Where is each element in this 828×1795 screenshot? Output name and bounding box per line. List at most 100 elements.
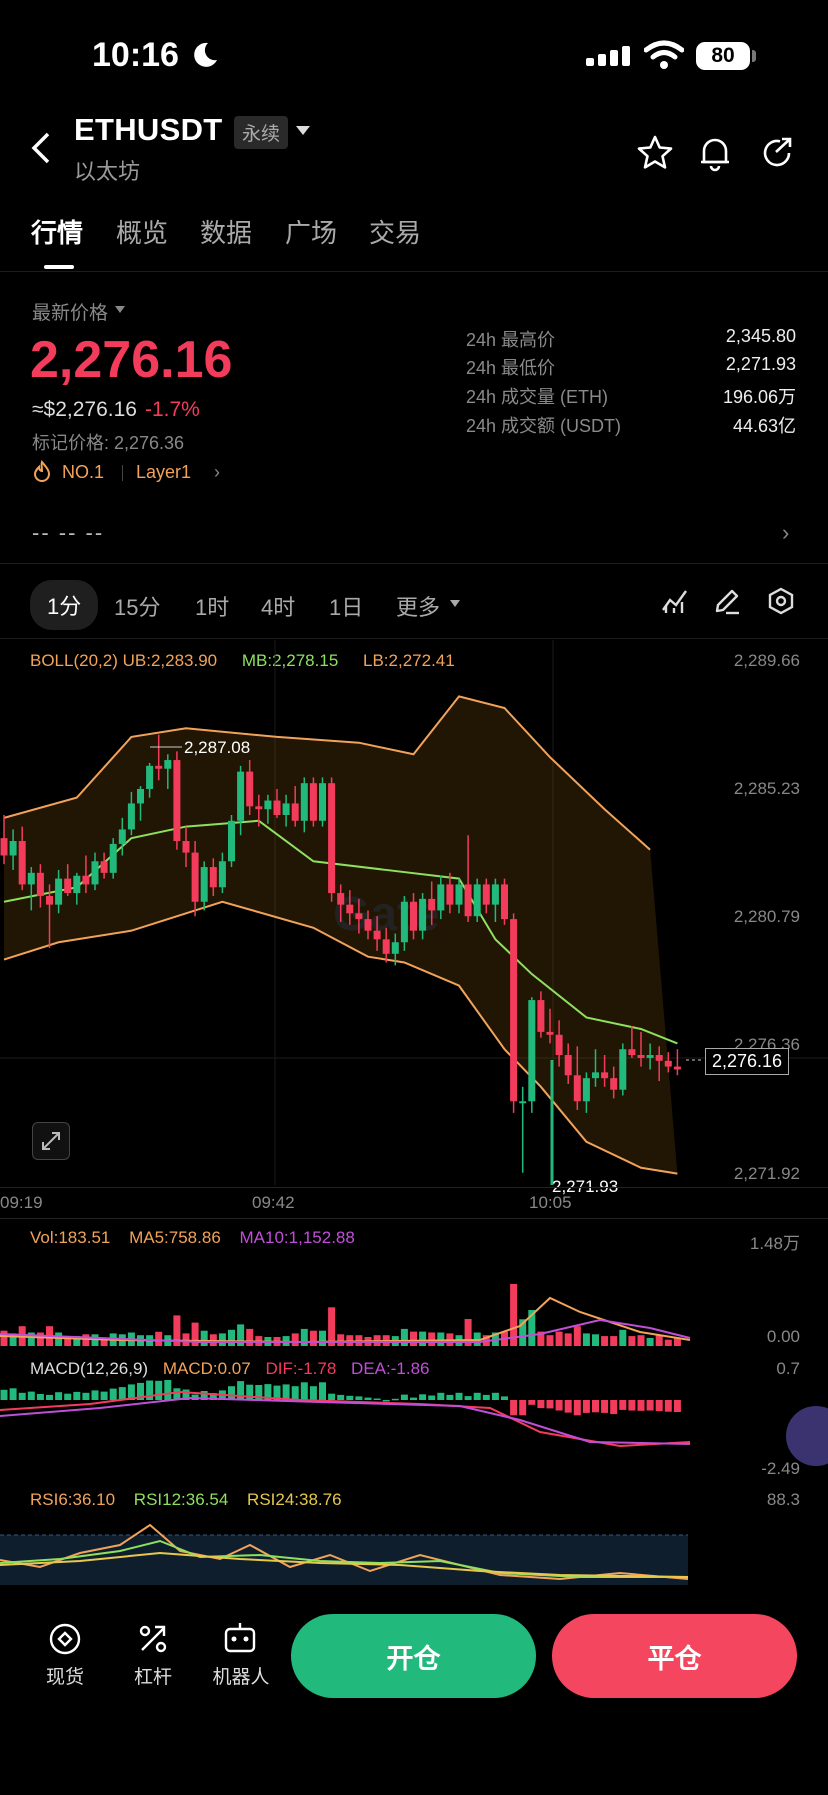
- macd-bar: [546, 1400, 554, 1409]
- tab-trade[interactable]: 交易: [369, 213, 421, 250]
- robot-icon[interactable]: [222, 1620, 258, 1656]
- candle-body: [464, 884, 472, 917]
- fullscreen-button[interactable]: [32, 1122, 70, 1160]
- back-arrow-icon[interactable]: [30, 130, 52, 166]
- macd-bar: [400, 1394, 408, 1400]
- more-dropdown-icon[interactable]: [450, 600, 460, 607]
- macd-bar: [537, 1400, 545, 1409]
- time-axis-label: 09:42: [252, 1193, 295, 1212]
- macd-dif: DIF:-1.78: [265, 1359, 337, 1378]
- divider: [0, 563, 828, 564]
- stat-high-label: 24h 最高价: [466, 330, 556, 350]
- macd-bar: [528, 1400, 536, 1405]
- volume-bar: [592, 1334, 599, 1346]
- floating-handle[interactable]: [786, 1406, 828, 1466]
- tab-market[interactable]: 行情: [31, 213, 83, 250]
- leverage-label[interactable]: 杠杆: [128, 1662, 178, 1689]
- candle-body: [382, 939, 390, 954]
- volume-bar: [637, 1335, 645, 1346]
- macd-axis-top: 0.7: [776, 1359, 800, 1378]
- volume-bar: [309, 1330, 317, 1346]
- close-position-button[interactable]: 平仓: [552, 1614, 797, 1698]
- candle-body: [410, 901, 417, 931]
- candle-body: [546, 1031, 554, 1035]
- candle-body: [491, 884, 499, 905]
- macd-bar: [300, 1382, 308, 1400]
- volume-bar: [400, 1328, 408, 1346]
- spot-icon[interactable]: [48, 1622, 82, 1656]
- candle-body: [555, 1034, 563, 1056]
- timeframe-1h[interactable]: 1时: [195, 590, 229, 622]
- volume-bar: [155, 1331, 163, 1346]
- candle-body: [355, 913, 363, 920]
- macd-bar: [337, 1394, 345, 1400]
- flame-icon: [33, 460, 51, 482]
- tab-data[interactable]: 数据: [200, 213, 252, 250]
- volume-bar: [410, 1331, 417, 1346]
- candle-body: [218, 861, 226, 888]
- macd-bar: [319, 1382, 326, 1400]
- macd-dea: DEA:-1.86: [351, 1359, 430, 1378]
- rank-tag[interactable]: NO.1: [62, 462, 104, 483]
- tag-separator: [122, 465, 123, 481]
- chevron-right-icon[interactable]: ›: [782, 520, 789, 546]
- candle-body: [419, 898, 427, 931]
- spot-label[interactable]: 现货: [40, 1662, 90, 1689]
- macd-label: MACD(12,26,9): [30, 1359, 149, 1378]
- latest-price-label[interactable]: 最新价格: [32, 298, 108, 325]
- volume-bar: [55, 1332, 63, 1346]
- draw-pencil-icon[interactable]: [712, 586, 742, 616]
- latest-price-dropdown-icon[interactable]: [115, 306, 125, 313]
- mark-price: 标记价格: 2,276.36: [32, 433, 185, 453]
- symbol-title[interactable]: ETHUSDT: [74, 112, 223, 148]
- candle-body: [273, 800, 281, 815]
- star-favorite-icon[interactable]: [636, 134, 674, 172]
- sector-tag[interactable]: Layer1: [136, 462, 191, 483]
- open-position-button[interactable]: 开仓: [291, 1614, 536, 1698]
- tab-overview[interactable]: 概览: [116, 213, 168, 250]
- macd-axis-bottom: -2.49: [761, 1459, 800, 1478]
- share-icon[interactable]: [758, 134, 796, 172]
- chevron-right-icon[interactable]: ›: [214, 462, 220, 483]
- macd-bar: [446, 1394, 454, 1400]
- leverage-icon[interactable]: [136, 1622, 170, 1656]
- macd-bar: [419, 1394, 427, 1400]
- divider: [0, 271, 828, 272]
- macd-bar: [473, 1392, 481, 1400]
- candle-body: [137, 788, 144, 804]
- macd-bar: [610, 1400, 618, 1415]
- chart-settings-icon[interactable]: [766, 586, 796, 616]
- macd-bar: [36, 1394, 44, 1400]
- indicator-icon[interactable]: [660, 586, 690, 616]
- macd-bar: [0, 1389, 8, 1400]
- rsi6: RSI6:36.10: [30, 1490, 116, 1509]
- volume-bar: [573, 1326, 581, 1346]
- price-axis-label: 2,285.23: [733, 779, 800, 798]
- volume-bar: [319, 1330, 326, 1346]
- macd-bar: [519, 1400, 527, 1416]
- candlestick-chart[interactable]: Gate 2,287.08 2,271.93: [0, 640, 828, 1230]
- volume-bar: [437, 1332, 445, 1346]
- candle-body: [628, 1049, 636, 1056]
- current-price-tag: 2,276.16: [705, 1048, 790, 1075]
- timeframe-more[interactable]: 更多: [396, 590, 440, 622]
- macd-bar: [491, 1392, 499, 1400]
- candle-body: [173, 760, 181, 842]
- macd-bar: [391, 1398, 399, 1401]
- candle-body: [592, 1072, 599, 1079]
- macd-bar: [464, 1396, 472, 1400]
- timeframe-15m[interactable]: 15分: [114, 590, 160, 622]
- candle-body: [82, 875, 90, 885]
- macd-value: MACD:0.07: [162, 1359, 251, 1378]
- price-axis-label: 2,280.79: [733, 907, 800, 926]
- tab-square[interactable]: 广场: [285, 213, 337, 250]
- timeframe-1d[interactable]: 1日: [329, 590, 363, 622]
- timeframe-4h[interactable]: 4时: [261, 590, 295, 622]
- divider: [0, 1187, 828, 1188]
- bot-label[interactable]: 机器人: [204, 1662, 278, 1689]
- macd-bar: [309, 1386, 317, 1400]
- timeframe-1m[interactable]: 1分: [30, 580, 99, 630]
- symbol-dropdown-icon[interactable]: [296, 126, 310, 135]
- bell-alert-icon[interactable]: [696, 134, 734, 172]
- volume-bar: [664, 1339, 672, 1346]
